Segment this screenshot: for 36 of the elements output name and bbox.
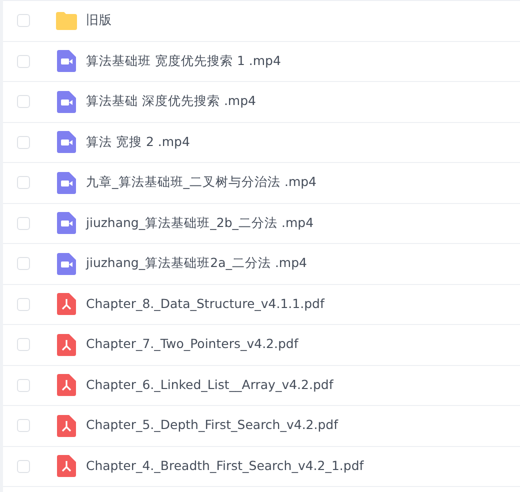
pdf-file-icon xyxy=(56,293,76,316)
checkbox[interactable] xyxy=(17,378,30,392)
file-name[interactable]: Chapter_6._Linked_List__Array_v4.2.pdf xyxy=(86,376,334,395)
checkbox[interactable] xyxy=(17,176,30,190)
file-name[interactable]: 算法基础班 宽度优先搜索 1 .mp4 xyxy=(86,52,281,71)
video-file-icon xyxy=(56,172,76,194)
checkbox[interactable] xyxy=(17,338,30,352)
file-name[interactable]: 算法 宽搜 2 .mp4 xyxy=(86,132,190,152)
file-name[interactable]: 九章_算法基础班_二叉树与分治法 .mp4 xyxy=(86,173,317,192)
file-name[interactable]: Chapter_4._Breadth_First_Search_v4.2_1.pdf xyxy=(86,456,364,476)
file-name[interactable]: jiuzhang_算法基础班_2b_二分法 .mp4 xyxy=(86,214,314,233)
video-file-icon xyxy=(56,90,76,113)
pdf-file-icon xyxy=(56,374,76,396)
checkbox[interactable] xyxy=(17,54,30,68)
video-file-icon xyxy=(56,212,76,234)
video-file-icon xyxy=(56,131,76,154)
checkbox[interactable] xyxy=(17,257,30,270)
video-file-icon xyxy=(56,252,76,275)
pdf-file-icon xyxy=(56,455,76,478)
file-name[interactable]: jiuzhang_算法基础班2a_二分法 .mp4 xyxy=(86,254,307,274)
folder-icon xyxy=(54,10,78,31)
checkbox[interactable] xyxy=(17,298,30,311)
checkbox[interactable] xyxy=(17,216,30,230)
pdf-file-icon xyxy=(56,414,76,437)
video-file-icon xyxy=(56,50,76,72)
checkbox[interactable] xyxy=(17,136,30,149)
file-name[interactable]: Chapter_8._Data_Structure_v4.1.1.pdf xyxy=(86,294,324,314)
checkbox[interactable] xyxy=(17,95,30,108)
file-name[interactable]: 旧版 xyxy=(86,11,112,30)
file-name[interactable]: Chapter_5._Depth_First_Search_v4.2.pdf xyxy=(86,416,338,436)
file-name[interactable]: 算法基础 深度优先搜索 .mp4 xyxy=(86,92,256,112)
file-name[interactable]: Chapter_7._Two_Pointers_v4.2.pdf xyxy=(86,335,298,354)
pdf-file-icon xyxy=(56,334,76,356)
checkbox[interactable] xyxy=(17,14,30,28)
checkbox[interactable] xyxy=(17,460,30,473)
checkbox[interactable] xyxy=(17,419,30,432)
